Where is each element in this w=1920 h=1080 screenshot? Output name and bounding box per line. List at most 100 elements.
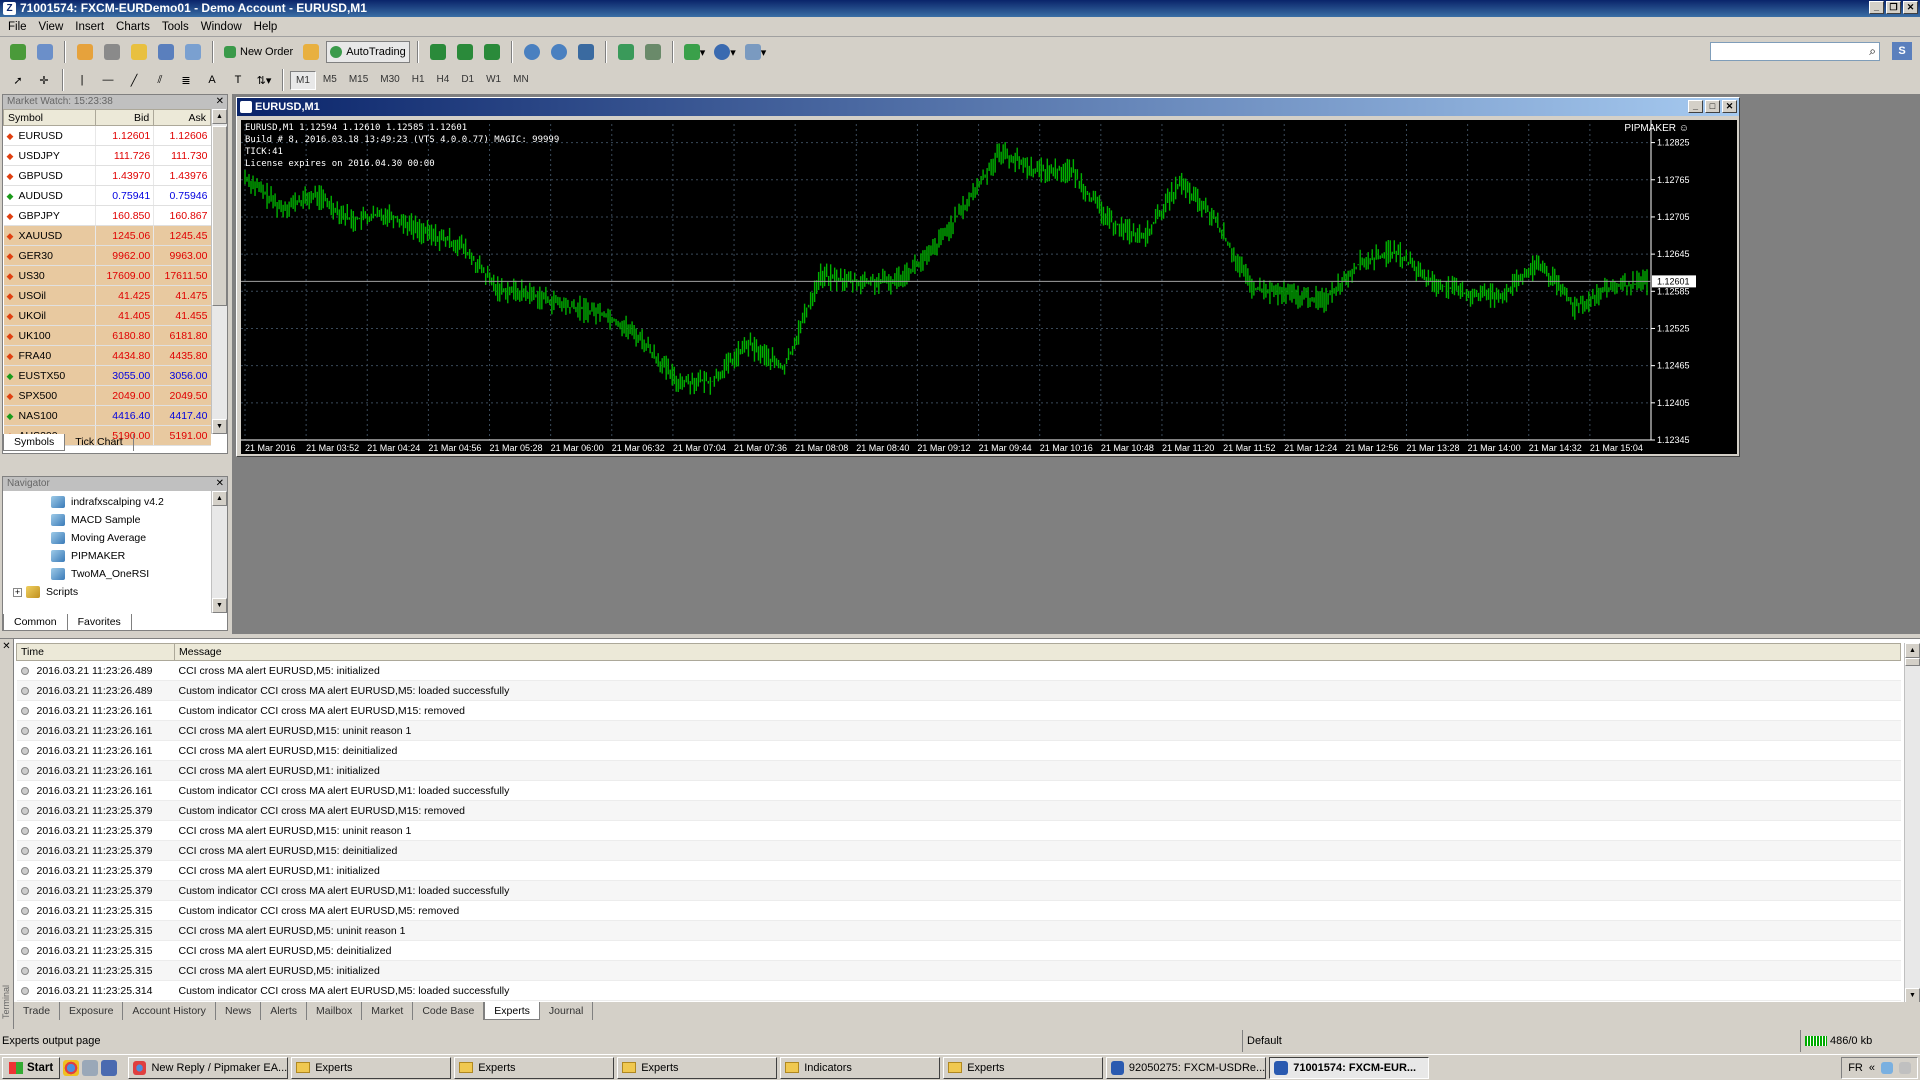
scroll-up-button[interactable]: ▲ <box>212 491 227 506</box>
log-row[interactable]: 2016.03.21 11:23:26.489 CCI cross MA aler… <box>16 660 1901 681</box>
market-watch-row[interactable]: ◆ NAS100 4416.40 4417.40 <box>3 405 211 426</box>
periods-button[interactable]: ▾ <box>711 41 739 63</box>
market-watch-scrollbar[interactable]: ▲ ▼ <box>211 109 227 434</box>
market-watch-row[interactable]: ◆ XAUUSD 1245.06 1245.45 <box>3 225 211 246</box>
expand-icon[interactable]: + <box>13 587 22 597</box>
text-label-button[interactable]: T <box>226 69 250 91</box>
tray-expand-icon[interactable]: « <box>1869 1062 1875 1074</box>
log-row[interactable]: 2016.03.21 11:23:25.379 Custom indicator … <box>16 800 1901 821</box>
taskbar-task[interactable]: 71001574: FXCM-EUR... <box>1269 1056 1430 1079</box>
quick-launch-icon[interactable] <box>82 1059 99 1076</box>
tab-exposure[interactable]: Exposure <box>60 1002 124 1020</box>
timeframe-d1[interactable]: D1 <box>456 71 479 90</box>
maximize-button[interactable]: □ <box>1705 100 1720 113</box>
column-header[interactable]: Bid <box>94 109 155 126</box>
taskbar-task[interactable]: Indicators <box>780 1056 941 1079</box>
close-button[interactable]: ✕ <box>1903 1 1918 14</box>
timeframe-m5[interactable]: M5 <box>318 71 342 90</box>
bar-chart-button[interactable] <box>426 41 450 63</box>
menu-item-file[interactable]: File <box>4 21 35 33</box>
tab-alerts[interactable]: Alerts <box>261 1002 308 1020</box>
log-row[interactable]: 2016.03.21 11:23:25.379 CCI cross MA aler… <box>16 840 1901 861</box>
zoom-out-button[interactable] <box>547 41 571 63</box>
navigator-scrollbar[interactable]: ▲ ▼ <box>211 491 227 613</box>
market-watch-row[interactable]: ◆ EURUSD 1.12601 1.12606 <box>3 125 211 146</box>
timeframe-m15[interactable]: M15 <box>344 71 373 90</box>
trendline-button[interactable]: ╱ <box>122 69 146 91</box>
market-watch-row[interactable]: ◆ FRA40 4434.80 4435.80 <box>3 345 211 366</box>
tab-market[interactable]: Market <box>362 1002 414 1020</box>
tab-account-history[interactable]: Account History <box>123 1002 216 1020</box>
new-order-button[interactable]: New Order <box>221 41 296 63</box>
horizontal-line-button[interactable]: — <box>96 69 120 91</box>
tab-favorites[interactable]: Favorites <box>68 614 132 631</box>
timeframe-h1[interactable]: H1 <box>407 71 430 90</box>
price-chart[interactable]: 1.12825 1.12765 1.12705 1.12645 1.12585 1.125… <box>241 120 1737 454</box>
taskbar-task[interactable]: Experts <box>291 1056 452 1079</box>
column-header[interactable]: Ask <box>153 109 211 126</box>
help-button[interactable]: S <box>1892 42 1912 60</box>
minimize-button[interactable]: _ <box>1869 1 1884 14</box>
market-watch-row[interactable]: ◆ USDJPY 111.726 111.730 <box>3 145 211 166</box>
chrome-icon[interactable] <box>63 1059 80 1076</box>
language-indicator[interactable]: FR <box>1848 1062 1863 1074</box>
timeframe-mn[interactable]: MN <box>508 71 534 90</box>
menu-item-help[interactable]: Help <box>250 21 286 33</box>
terminal-scrollbar[interactable]: ▲ ▼ <box>1904 643 1920 1003</box>
navigator-item-expert[interactable]: MACD Sample <box>51 511 227 529</box>
terminal-button[interactable] <box>154 41 178 63</box>
text-button[interactable]: A <box>200 69 224 91</box>
log-row[interactable]: 2016.03.21 11:23:25.379 CCI cross MA aler… <box>16 860 1901 881</box>
indicators-button[interactable]: ▾ <box>681 41 709 63</box>
chart-canvas[interactable]: 1.12825 1.12765 1.12705 1.12645 1.12585 1.125… <box>241 120 1737 454</box>
market-watch-row[interactable]: ◆ AUDUSD 0.75941 0.75946 <box>3 185 211 206</box>
timeframe-w1[interactable]: W1 <box>481 71 506 90</box>
search-input[interactable] <box>1710 42 1880 61</box>
chart-shift-button[interactable] <box>641 41 665 63</box>
navigator-item-expert[interactable]: TwoMA_OneRSI <box>51 565 227 583</box>
close-icon[interactable]: ✕ <box>0 641 13 652</box>
tab-experts[interactable]: Experts <box>484 1002 540 1020</box>
tab-journal[interactable]: Journal <box>540 1002 594 1020</box>
chart-window-titlebar[interactable]: EURUSD,M1 _ □ ✕ <box>237 98 1739 116</box>
log-row[interactable]: 2016.03.21 11:23:25.379 Custom indicator … <box>16 880 1901 901</box>
minimize-button[interactable]: _ <box>1688 100 1703 113</box>
menu-item-window[interactable]: Window <box>197 21 250 33</box>
vertical-line-button[interactable]: | <box>70 69 94 91</box>
tab-trade[interactable]: Trade <box>14 1002 61 1020</box>
log-row[interactable]: 2016.03.21 11:23:25.315 CCI cross MA aler… <box>16 940 1901 961</box>
log-row[interactable]: 2016.03.21 11:23:25.315 CCI cross MA aler… <box>16 920 1901 941</box>
autoscroll-button[interactable] <box>614 41 638 63</box>
metaeditor-button[interactable] <box>299 41 323 63</box>
log-row[interactable]: 2016.03.21 11:23:26.489 Custom indicator … <box>16 680 1901 701</box>
arrows-button[interactable]: ⇅▾ <box>252 69 276 91</box>
taskbar-task[interactable]: Experts <box>943 1056 1104 1079</box>
fibonacci-button[interactable]: ≣ <box>174 69 198 91</box>
market-watch-row[interactable]: ◆ GBPJPY 160.850 160.867 <box>3 205 211 226</box>
profiles-button[interactable] <box>33 41 57 63</box>
market-watch-row[interactable]: ◆ SPX500 2049.00 2049.50 <box>3 385 211 406</box>
autotrading-button[interactable]: AutoTrading <box>326 41 410 63</box>
market-watch-row[interactable]: ◆ GER30 9962.00 9963.00 <box>3 245 211 266</box>
column-header[interactable]: Message <box>174 643 1901 661</box>
tab-code-base[interactable]: Code Base <box>413 1002 485 1020</box>
log-row[interactable]: 2016.03.21 11:23:25.315 Custom indicator … <box>16 900 1901 921</box>
column-header[interactable]: Symbol <box>3 109 96 126</box>
menu-item-insert[interactable]: Insert <box>71 21 112 33</box>
show-desktop-icon[interactable] <box>101 1059 118 1076</box>
scroll-up-button[interactable]: ▲ <box>212 109 227 124</box>
timeframe-m1[interactable]: M1 <box>290 70 316 90</box>
close-icon[interactable]: ✕ <box>216 477 224 491</box>
close-icon[interactable]: ✕ <box>216 95 224 109</box>
line-chart-button[interactable] <box>480 41 504 63</box>
column-header[interactable]: Time <box>16 643 175 661</box>
candles-button[interactable] <box>453 41 477 63</box>
templates-button[interactable]: ▾ <box>742 41 770 63</box>
scroll-down-button[interactable]: ▼ <box>212 419 227 434</box>
search-icon[interactable]: ⌕ <box>1869 44 1876 59</box>
log-row[interactable]: 2016.03.21 11:23:26.161 CCI cross MA aler… <box>16 740 1901 761</box>
tab-tick-chart[interactable]: Tick Chart <box>65 434 134 451</box>
tab-news[interactable]: News <box>216 1002 262 1020</box>
log-row[interactable]: 2016.03.21 11:23:26.161 Custom indicator … <box>16 700 1901 721</box>
channel-button[interactable]: ⫽ <box>148 69 172 91</box>
